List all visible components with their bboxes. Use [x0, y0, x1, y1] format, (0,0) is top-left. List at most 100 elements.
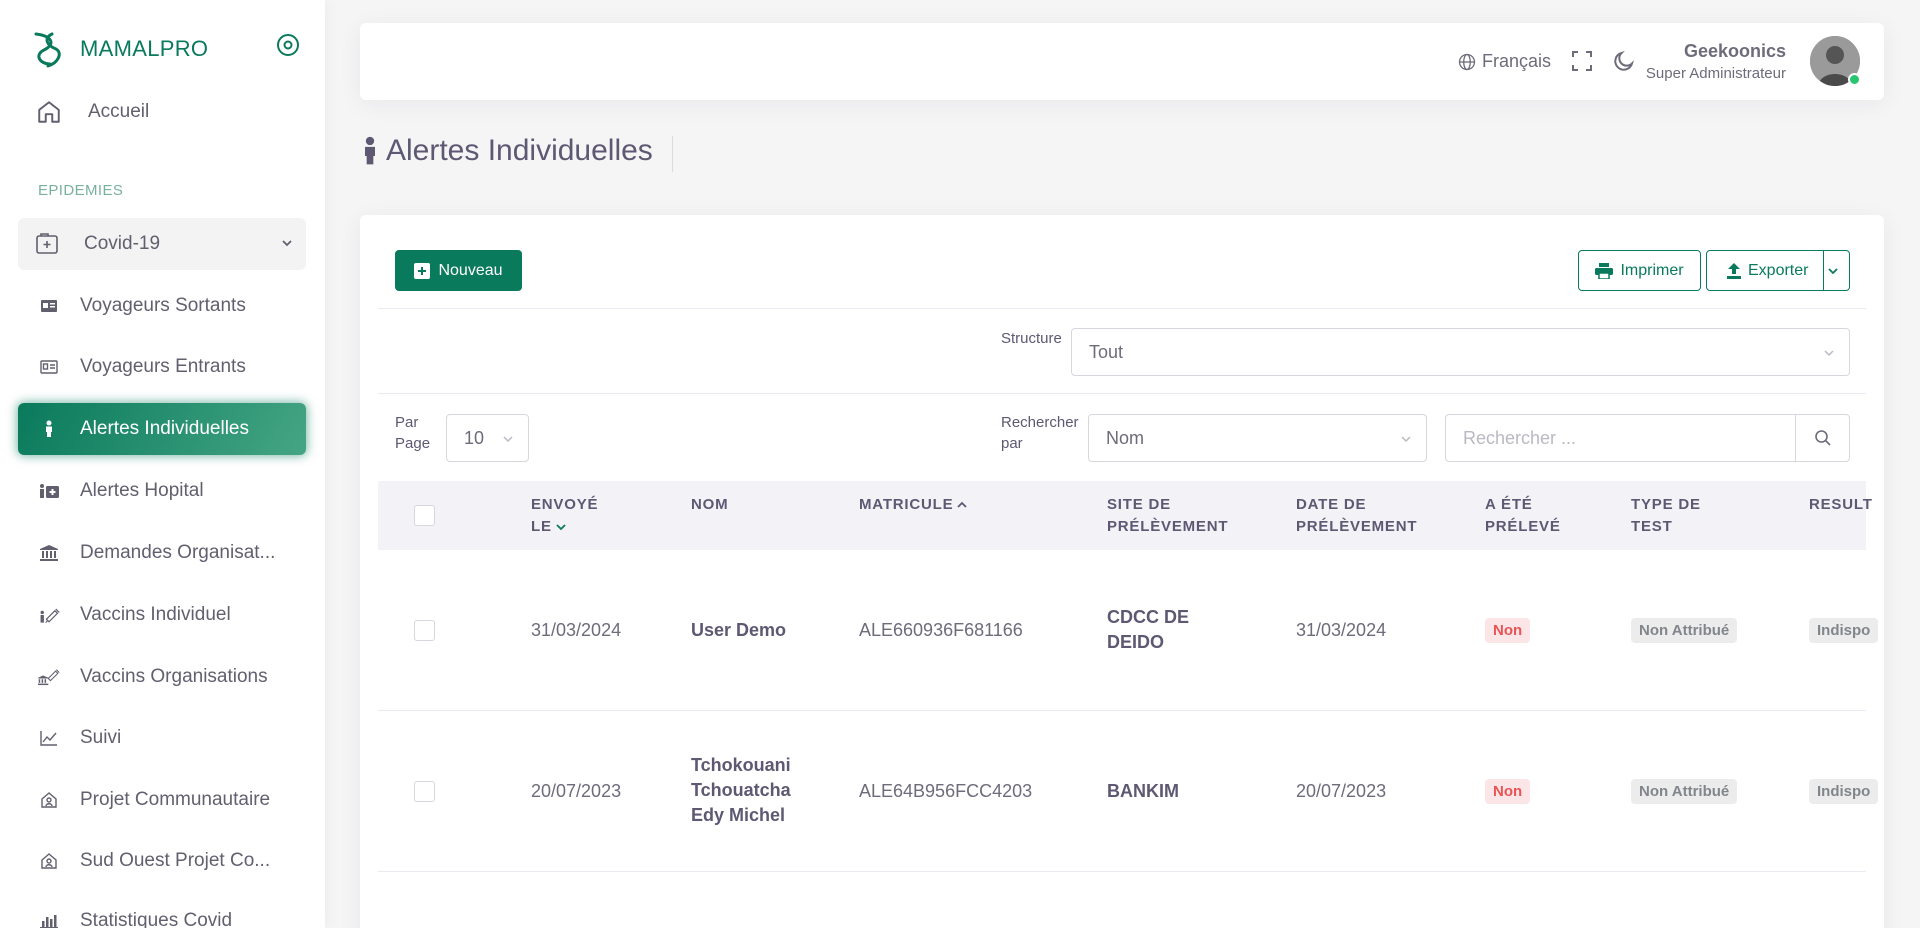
- sidebar-item-alertes-hopital[interactable]: Alertes Hopital: [18, 465, 306, 517]
- globe-icon: [1458, 53, 1476, 70]
- test-type-badge: Non Attribué: [1631, 779, 1738, 804]
- cell-site-line: CDCC DE: [1107, 607, 1190, 627]
- column-header-site-prelevement[interactable]: SITE DE PRÉLÈVEMENT: [1107, 494, 1228, 538]
- table-header: ENVOYÉ LE NOM MATRICULE SITE DE PRÉLÈVEM…: [378, 481, 1872, 550]
- per-page-label-line: Page: [395, 435, 431, 452]
- sidebar-item-accueil[interactable]: Accueil: [18, 86, 306, 138]
- brand-name: MAMALPRO: [80, 36, 209, 61]
- print-button[interactable]: Imprimer: [1578, 250, 1701, 291]
- per-page-label-line: Par: [395, 414, 419, 431]
- page-title: Alertes Individuelles: [360, 134, 653, 168]
- column-header-line: PRÉLÈVEMENT: [1107, 518, 1229, 535]
- cell-nom-line: Tchokouani: [691, 755, 791, 775]
- structure-select-value: Tout: [1089, 341, 1124, 362]
- new-button[interactable]: Nouveau: [395, 250, 522, 291]
- page-title-text: Alertes Individuelles: [386, 134, 653, 167]
- row-checkbox[interactable]: [414, 620, 435, 641]
- chevron-down-icon: [1828, 267, 1838, 274]
- row-checkbox[interactable]: [414, 781, 435, 802]
- result-badge: Indispo: [1809, 618, 1879, 643]
- sidebar-item-vaccins-organisations[interactable]: Vaccins Organisations: [18, 651, 306, 703]
- column-header-line: SITE DE: [1107, 496, 1171, 513]
- cell-nom-line: Edy Michel: [691, 805, 786, 825]
- column-header-line: TEST: [1631, 518, 1673, 535]
- sidebar-group-label: Covid-19: [84, 233, 161, 254]
- id-card-icon: [38, 295, 60, 317]
- column-header-matricule[interactable]: MATRICULE: [859, 494, 968, 516]
- select-all-checkbox[interactable]: [414, 505, 435, 526]
- section-title-epidemies: EPIDEMIES: [38, 182, 124, 199]
- column-header-line: NOM: [691, 496, 729, 513]
- cell-date: 31/03/2024: [1296, 620, 1387, 640]
- sidebar-item-statistiques-covid[interactable]: Statistiques Covid: [18, 895, 306, 928]
- cell-nom-line: Tchouatcha: [691, 780, 791, 800]
- title-divider: [672, 136, 673, 172]
- sort-desc-icon: [556, 524, 566, 531]
- sidebar-item-label: Voyageurs Entrants: [80, 356, 246, 377]
- sidebar-item-vaccins-individuel[interactable]: Vaccins Individuel: [18, 589, 306, 641]
- brand[interactable]: MAMALPRO: [30, 30, 208, 68]
- person-icon: [38, 418, 60, 440]
- sidebar-item-label: Demandes Organisat...: [80, 542, 276, 563]
- per-page-select[interactable]: 10: [446, 414, 529, 462]
- sidebar-item-label: Vaccins Organisations: [80, 666, 268, 687]
- structure-select[interactable]: Tout: [1071, 328, 1850, 376]
- export-button-label: Exporter: [1748, 261, 1809, 279]
- column-header-line: MATRICULE: [859, 496, 954, 513]
- sidebar-item-sud-ouest-projet[interactable]: Sud Ouest Projet Co...: [18, 835, 306, 887]
- column-header-envoye-le[interactable]: ENVOYÉ LE: [531, 494, 598, 538]
- cell-site: BANKIM: [1107, 781, 1179, 801]
- export-dropdown-toggle[interactable]: [1823, 251, 1849, 290]
- column-header-line: RESULT: [1809, 496, 1873, 513]
- table-row[interactable]: 20/07/2023 Tchokouani Tchouatcha Edy Mic…: [378, 711, 1879, 872]
- institution-icon: [38, 542, 60, 564]
- cell-matricule: ALE660936F681166: [859, 620, 1023, 640]
- sidebar-toggle-icon[interactable]: [276, 33, 300, 57]
- sidebar-item-label: Alertes Hopital: [80, 480, 204, 501]
- sidebar-item-projet-communautaire[interactable]: Projet Communautaire: [18, 774, 306, 826]
- sidebar-group-covid[interactable]: Covid-19: [18, 218, 306, 270]
- cell-nom[interactable]: User Demo: [691, 618, 786, 643]
- search-by-value: Nom: [1106, 427, 1145, 448]
- per-page-value: 10: [464, 427, 485, 448]
- sidebar: MAMALPRO Accueil EPIDEMIES Covid-19 Voya…: [0, 0, 325, 928]
- chevron-down-icon: [1401, 436, 1411, 443]
- status-badge: Non: [1485, 618, 1531, 643]
- search-input[interactable]: [1446, 415, 1795, 461]
- new-button-label: Nouveau: [438, 261, 503, 279]
- search-button[interactable]: [1795, 415, 1849, 461]
- printer-icon: [1595, 262, 1614, 279]
- chevron-down-icon: [1824, 350, 1834, 357]
- column-header-a-ete-preleve[interactable]: A ÉTÉ PRÉLEVÉ: [1485, 494, 1561, 538]
- sidebar-item-label: Alertes Individuelles: [80, 418, 249, 439]
- column-header-type-test[interactable]: TYPE DE TEST: [1631, 494, 1701, 538]
- column-header-resultat[interactable]: RESULT: [1809, 494, 1873, 516]
- fullscreen-icon[interactable]: [1570, 49, 1594, 73]
- sidebar-item-alertes-individuelles[interactable]: Alertes Individuelles: [18, 403, 306, 455]
- sidebar-item-label: Voyageurs Sortants: [80, 295, 246, 316]
- structure-label: Structure: [1001, 330, 1062, 347]
- language-selector[interactable]: Français: [1458, 51, 1551, 72]
- moon-icon[interactable]: [1612, 49, 1636, 73]
- column-header-nom[interactable]: NOM: [691, 494, 728, 516]
- export-button[interactable]: Exporter: [1706, 250, 1850, 291]
- column-header-line: A ÉTÉ: [1485, 496, 1533, 513]
- sidebar-item-label: Vaccins Individuel: [80, 604, 231, 625]
- language-label: Français: [1482, 51, 1552, 71]
- cell-nom[interactable]: Tchokouani Tchouatcha Edy Michel: [691, 753, 791, 828]
- id-card-outline-icon: [38, 356, 60, 378]
- sidebar-item-demandes-organisations[interactable]: Demandes Organisat...: [18, 527, 306, 579]
- upload-icon: [1727, 262, 1741, 279]
- cell-date: 20/07/2023: [1296, 781, 1387, 801]
- search-by-label-line: par: [1001, 435, 1023, 452]
- column-header-line: PRÉLÈVEMENT: [1296, 518, 1418, 535]
- sidebar-item-voyageurs-sortants[interactable]: Voyageurs Sortants: [18, 280, 306, 332]
- user-name[interactable]: Geekoonics: [1684, 41, 1786, 62]
- sidebar-item-suivi[interactable]: Suivi: [18, 712, 306, 764]
- sidebar-item-voyageurs-entrants[interactable]: Voyageurs Entrants: [18, 341, 306, 393]
- column-header-line: TYPE DE: [1631, 496, 1701, 513]
- online-status-dot: [1848, 73, 1861, 86]
- table-row[interactable]: 31/03/2024 User Demo ALE660936F681166 CD…: [378, 550, 1879, 711]
- search-by-select[interactable]: Nom: [1088, 414, 1427, 462]
- column-header-date-prelevement[interactable]: DATE DE PRÉLÈVEMENT: [1296, 494, 1417, 538]
